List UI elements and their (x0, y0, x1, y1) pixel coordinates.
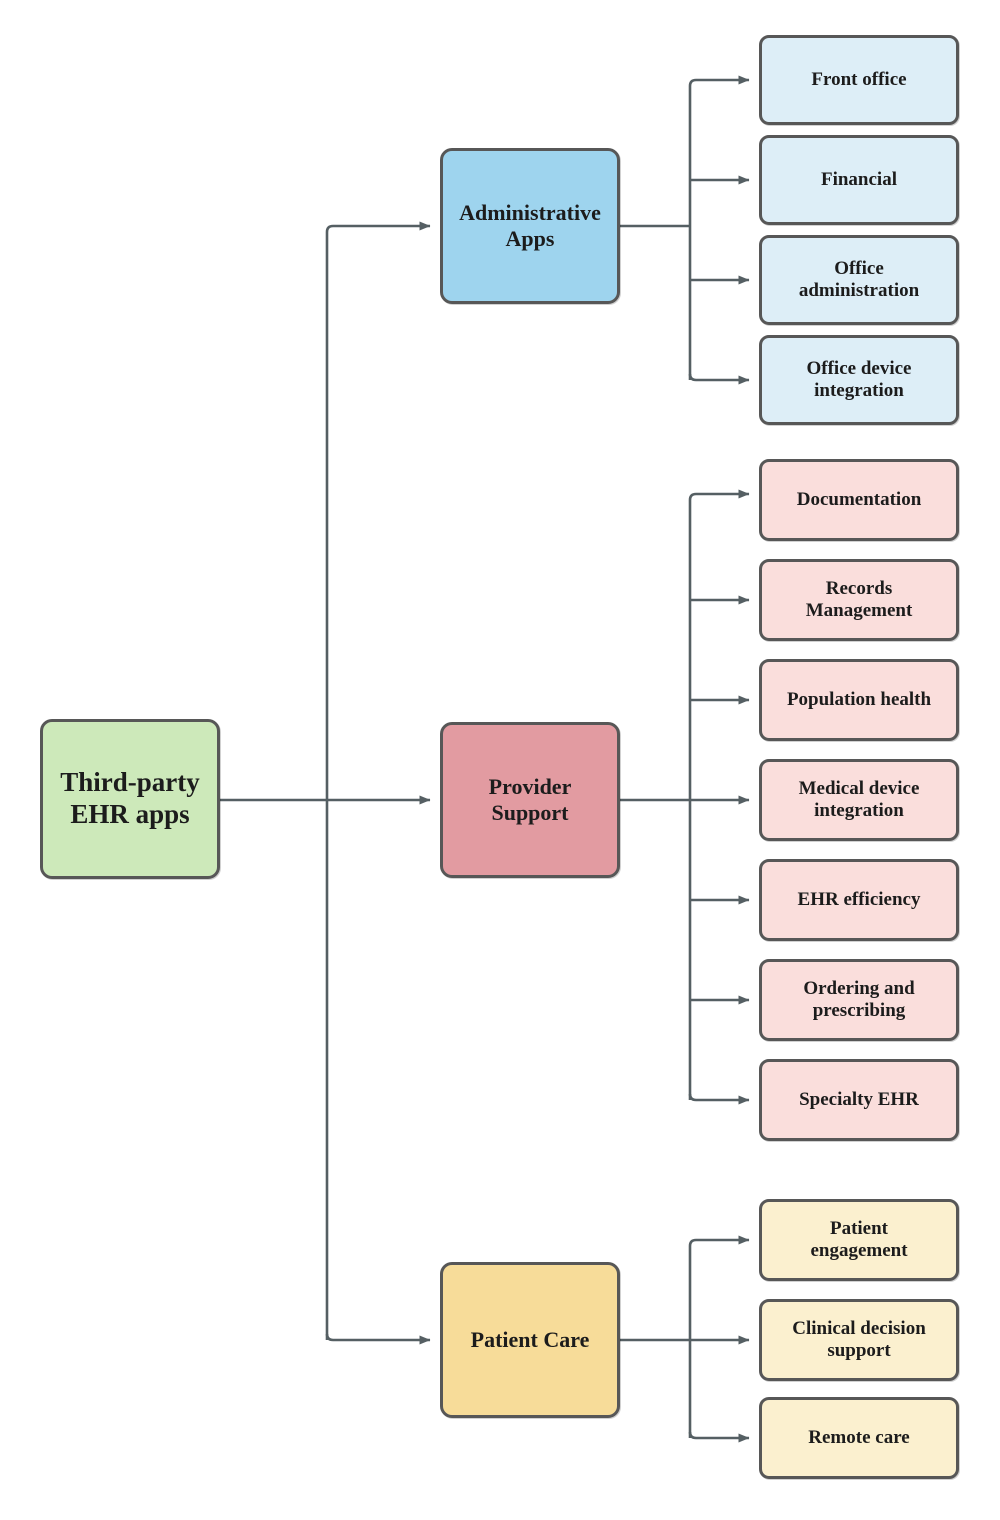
node-office-administration-label: Office administration (798, 257, 920, 301)
edge-root-to-administrative (325, 221, 431, 240)
node-patient-care[interactable]: Patient Care (440, 1262, 620, 1418)
edge-administrative-to-office-device-integration (688, 373, 750, 385)
node-population-health[interactable]: Population health (759, 659, 959, 741)
node-patient-engagement-label: Patient engagement (810, 1217, 908, 1261)
node-specialty-ehr-label: Specialty EHR (799, 1088, 919, 1110)
edge-administrative-to-front-office (688, 75, 750, 87)
node-front-office[interactable]: Front office (759, 35, 959, 125)
node-medical-device-integration-label: Medical device integration (798, 777, 920, 821)
node-root-label: Third-party EHR apps (60, 767, 200, 829)
edge-provider-to-specialty-ehr (688, 1093, 750, 1105)
node-ehr-efficiency-label: EHR efficiency (797, 888, 921, 910)
node-remote-care[interactable]: Remote care (759, 1397, 959, 1479)
node-remote-care-label: Remote care (808, 1426, 910, 1448)
node-population-health-label: Population health (786, 688, 932, 710)
edge-patient-to-remote-care (688, 1431, 750, 1443)
node-clinical-decision-support-label: Clinical decision support (792, 1317, 926, 1361)
node-ordering-and-prescribing[interactable]: Ordering and prescribing (759, 959, 959, 1041)
node-documentation[interactable]: Documentation (759, 459, 959, 541)
node-records-management[interactable]: Records Management (759, 559, 959, 641)
node-administrative-apps-label: Administrative Apps (459, 200, 601, 251)
node-provider-support-label: Provider Support (488, 774, 572, 825)
node-patient-care-label: Patient Care (470, 1327, 590, 1353)
node-front-office-label: Front office (811, 68, 907, 90)
edge-root-to-patient (325, 1333, 431, 1345)
node-medical-device-integration[interactable]: Medical device integration (759, 759, 959, 841)
node-administrative-apps[interactable]: Administrative Apps (440, 148, 620, 304)
diagram-canvas: Third-party EHR apps Administrative Apps F… (0, 0, 1000, 1520)
node-patient-engagement[interactable]: Patient engagement (759, 1199, 959, 1281)
node-documentation-label: Documentation (796, 488, 922, 510)
node-records-management-label: Records Management (805, 577, 913, 621)
node-ehr-efficiency[interactable]: EHR efficiency (759, 859, 959, 941)
node-ordering-and-prescribing-label: Ordering and prescribing (803, 977, 915, 1021)
node-office-device-integration-label: Office device integration (806, 357, 912, 401)
node-office-administration[interactable]: Office administration (759, 235, 959, 325)
node-root[interactable]: Third-party EHR apps (40, 719, 220, 879)
node-clinical-decision-support[interactable]: Clinical decision support (759, 1299, 959, 1381)
edge-provider-to-documentation (688, 489, 750, 501)
node-financial[interactable]: Financial (759, 135, 959, 225)
node-office-device-integration[interactable]: Office device integration (759, 335, 959, 425)
node-provider-support[interactable]: Provider Support (440, 722, 620, 878)
node-specialty-ehr[interactable]: Specialty EHR (759, 1059, 959, 1141)
edge-patient-to-patient-engagement (688, 1235, 750, 1247)
node-financial-label: Financial (820, 168, 897, 190)
